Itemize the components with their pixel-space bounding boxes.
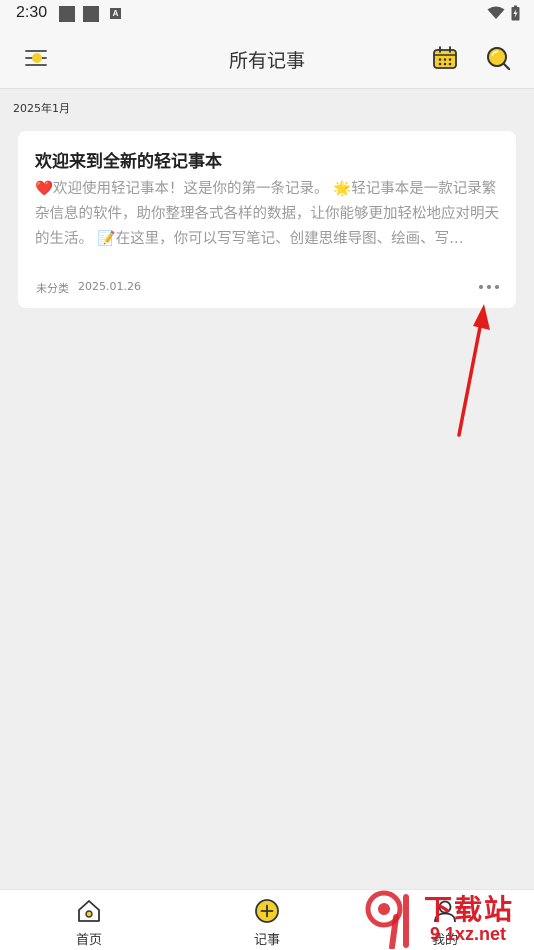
- watermark: 下载站 9 1xz.net: [360, 886, 534, 950]
- notification-a-icon: A: [110, 8, 121, 19]
- dot-icon: [495, 285, 499, 289]
- dot-icon: [479, 285, 483, 289]
- note-category: 未分类: [36, 282, 69, 295]
- note-date: 2025.01.26: [78, 280, 141, 293]
- dot-icon: [487, 285, 491, 289]
- status-indicators: [487, 5, 520, 21]
- app-header: 所有记事: [0, 28, 534, 89]
- watermark-logo-icon: [365, 890, 409, 949]
- watermark-text: 下载站: [424, 893, 515, 926]
- notification-icon: [83, 6, 99, 22]
- battery-icon: [511, 5, 520, 21]
- more-options-button[interactable]: [476, 281, 502, 293]
- search-icon[interactable]: [484, 44, 512, 72]
- annotation-arrow-icon: [457, 304, 490, 437]
- calendar-icon[interactable]: [431, 44, 459, 72]
- month-label: 2025年1月: [13, 102, 70, 115]
- notification-icon: [59, 6, 75, 22]
- nav-add-note-label: 记事: [253, 933, 280, 948]
- nav-add-note[interactable]: 记事: [227, 896, 307, 948]
- wifi-icon: [487, 6, 505, 19]
- home-icon: [78, 900, 100, 922]
- nav-home-label: 首页: [75, 933, 102, 948]
- note-card[interactable]: 欢迎来到全新的轻记事本 ❤️欢迎使用轻记事本！这是你的第一条记录。 🌟轻记事本是…: [18, 131, 516, 308]
- status-bar: 2:30 A: [0, 0, 534, 28]
- add-circle-icon: [255, 899, 279, 923]
- note-meta: 未分类 2025.01.26: [36, 280, 141, 296]
- nav-home[interactable]: 首页: [49, 896, 129, 948]
- watermark-url: 9 1xz.net: [430, 924, 507, 944]
- note-title: 欢迎来到全新的轻记事本: [35, 152, 222, 172]
- status-time: 2:30: [16, 4, 48, 21]
- note-preview: ❤️欢迎使用轻记事本！这是你的第一条记录。 🌟轻记事本是一款记录繁杂信息的软件，…: [35, 181, 499, 247]
